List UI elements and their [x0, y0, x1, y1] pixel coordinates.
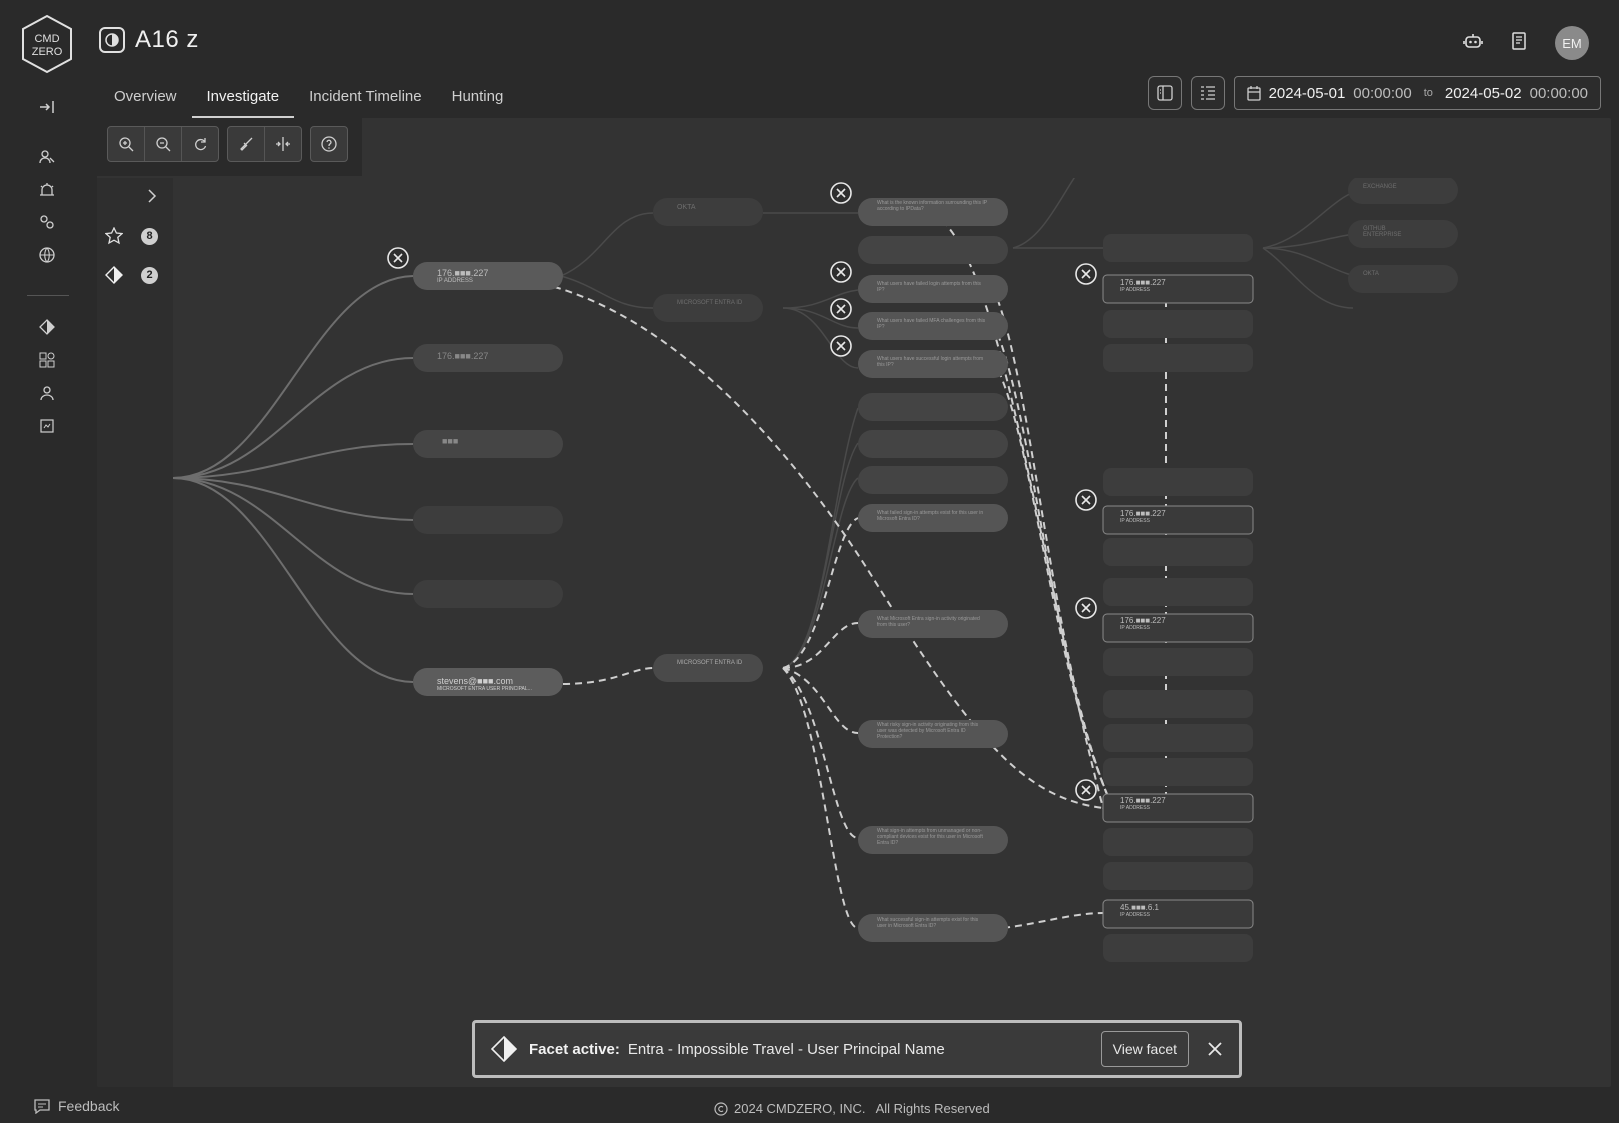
- date-range-separator: to: [1423, 87, 1433, 99]
- user-avatar[interactable]: EM: [1555, 26, 1589, 60]
- question-2-label: What users have failed login attempts fr…: [877, 281, 981, 293]
- sidebar: CMD ZERO: [0, 0, 94, 1123]
- sidebar-divider: [27, 295, 69, 296]
- facet-icon: [105, 266, 123, 284]
- result-node-2-label: 176.■■■.227 IP ADDRESS: [1120, 509, 1166, 524]
- copyright-text: 2024 CMDZERO, INC. All Rights Reserved: [734, 1101, 990, 1116]
- users-icon[interactable]: [36, 382, 58, 404]
- date-range-picker[interactable]: 2024-05-01 00:00:00 to 2024-05-02 00:00:…: [1233, 76, 1601, 110]
- graph-side-panel: 8 2: [97, 178, 173, 1087]
- collapse-button[interactable]: [265, 127, 301, 161]
- tab-incident-timeline[interactable]: Incident Timeline: [294, 84, 437, 118]
- refresh-button[interactable]: [182, 127, 218, 161]
- question-3-label: What users have failed MFA challenges fr…: [877, 318, 986, 330]
- zoom-in-button[interactable]: [108, 127, 145, 161]
- facet-icon: [491, 1036, 517, 1062]
- investigation-graph-canvas[interactable]: 8 2 176.■■■.227 IP ADDRESS 176.■■■.227 ■…: [97, 118, 1611, 1087]
- facets-icon[interactable]: [36, 316, 58, 338]
- facet-active-label: Facet active:: [529, 1040, 620, 1058]
- investigations-icon[interactable]: [36, 146, 58, 168]
- mid-node-entra-1-label: MICROSOFT ENTRA ID: [677, 300, 743, 306]
- question-1-label: What is the known information surroundin…: [877, 200, 987, 212]
- mid-node-entra-1[interactable]: [653, 294, 763, 322]
- facet-count: 2: [141, 266, 158, 284]
- star-icon: [105, 227, 123, 245]
- graph-edit-controls: [227, 126, 302, 162]
- root-node-user-label: stevens@■■■.com MICROSOFT ENTRA USER PRI…: [437, 676, 532, 692]
- zoom-out-button[interactable]: [145, 127, 182, 161]
- zoom-controls: [107, 126, 219, 162]
- end-time: 00:00:00: [1529, 84, 1588, 102]
- root-node-1-label: 176.■■■.227 IP ADDRESS: [437, 268, 489, 284]
- tab-overview[interactable]: Overview: [99, 84, 192, 118]
- root-edges: [173, 275, 414, 683]
- incident-title: A16 z: [135, 26, 199, 53]
- facets-row[interactable]: 2: [105, 266, 158, 284]
- root-node-3[interactable]: [413, 430, 563, 458]
- svg-text:ZERO: ZERO: [32, 46, 63, 58]
- side-panel-toggle-button[interactable]: [1147, 76, 1182, 110]
- incident-status-icon: [99, 27, 125, 53]
- root-node-3-label: ■■■: [442, 436, 459, 446]
- close-icon[interactable]: [1207, 1041, 1223, 1057]
- help-button[interactable]: [311, 127, 347, 161]
- copyright: 2024 CMDZERO, INC. All Rights Reserved: [714, 1101, 990, 1116]
- question-4-label: What users have successful login attempt…: [877, 356, 984, 368]
- layout-options-button[interactable]: [1190, 76, 1225, 110]
- result-node-5-label: 45.■■■.6.1 IP ADDRESS: [1120, 903, 1159, 918]
- copyright-icon: [714, 1101, 728, 1116]
- question-6-label: What Microsoft Entra sign-in activity or…: [877, 616, 980, 628]
- facet-active-value: Entra - Impossible Travel - User Princip…: [627, 1040, 945, 1058]
- feedback-icon: [34, 1098, 50, 1114]
- alerts-icon[interactable]: [36, 179, 58, 201]
- start-date: 2024-05-01: [1268, 84, 1346, 102]
- reports-icon[interactable]: [36, 415, 58, 437]
- end-date: 2024-05-02: [1444, 84, 1522, 102]
- svg-text:CMD: CMD: [34, 33, 59, 45]
- help-controls: [310, 126, 348, 162]
- result-node-4-label: 176.■■■.227 IP ADDRESS: [1120, 796, 1166, 811]
- assistant-bot-icon[interactable]: [1463, 32, 1483, 55]
- tab-hunting[interactable]: Hunting: [437, 84, 519, 118]
- question-9-label: What successful sign-in attempts exist f…: [877, 917, 979, 929]
- result-node-1-label: 176.■■■.227 IP ADDRESS: [1120, 278, 1166, 293]
- result-node-3-label: 176.■■■.227 IP ADDRESS: [1120, 616, 1166, 631]
- threat-intel-icon[interactable]: [36, 244, 58, 266]
- starred-row[interactable]: 8: [105, 227, 158, 245]
- far-node-exchange-label: EXCHANGE: [1363, 184, 1397, 190]
- cmdzero-logo[interactable]: CMD ZERO: [20, 14, 74, 74]
- investigation-graph[interactable]: [173, 178, 1611, 1087]
- mid-node-okta-label: OKTA: [677, 204, 696, 211]
- root-node-4[interactable]: [413, 506, 563, 534]
- mid-node-entra-2[interactable]: [653, 654, 763, 682]
- chevron-right-icon[interactable]: [147, 188, 157, 209]
- clear-brush-button[interactable]: [228, 127, 265, 161]
- question-7-label: What risky sign-in activity originating …: [877, 722, 979, 740]
- tab-bar: Overview Investigate Incident Timeline H…: [99, 84, 518, 118]
- apps-icon[interactable]: [36, 349, 58, 371]
- investigate-toolbar: 2024-05-01 00:00:00 to 2024-05-02 00:00:…: [1147, 76, 1601, 110]
- feedback-label: Feedback: [58, 1098, 120, 1114]
- incident-header: A16 z: [99, 26, 199, 54]
- calendar-icon: [1246, 85, 1261, 101]
- result-nodes[interactable]: [1102, 178, 1254, 962]
- notebook-icon[interactable]: [1511, 31, 1527, 55]
- feedback-link[interactable]: Feedback: [34, 1098, 119, 1114]
- expand-sidebar-icon[interactable]: [36, 96, 58, 118]
- header-actions: EM: [1463, 26, 1589, 60]
- question-8-label: What sign-in attempts from unmanaged or …: [877, 828, 983, 846]
- integrations-icon[interactable]: [36, 211, 58, 233]
- start-time: 00:00:00: [1353, 84, 1412, 102]
- facet-active-bar: Facet active: Entra - Impossible Travel …: [472, 1020, 1242, 1078]
- root-node-5[interactable]: [413, 580, 563, 608]
- question-5-label: What failed sign-in attempts exist for t…: [877, 510, 984, 522]
- starred-count: 8: [141, 227, 158, 245]
- root-node-2-label: 176.■■■.227: [437, 351, 489, 361]
- tab-investigate[interactable]: Investigate: [191, 84, 295, 118]
- far-node-okta-label: OKTA: [1363, 271, 1379, 277]
- mid-node-okta[interactable]: [653, 198, 763, 226]
- far-node-github-label: GITHUB ENTERPRISE: [1363, 226, 1402, 238]
- mid-node-entra-2-label: MICROSOFT ENTRA ID: [677, 660, 743, 666]
- view-facet-button[interactable]: View facet: [1100, 1031, 1189, 1067]
